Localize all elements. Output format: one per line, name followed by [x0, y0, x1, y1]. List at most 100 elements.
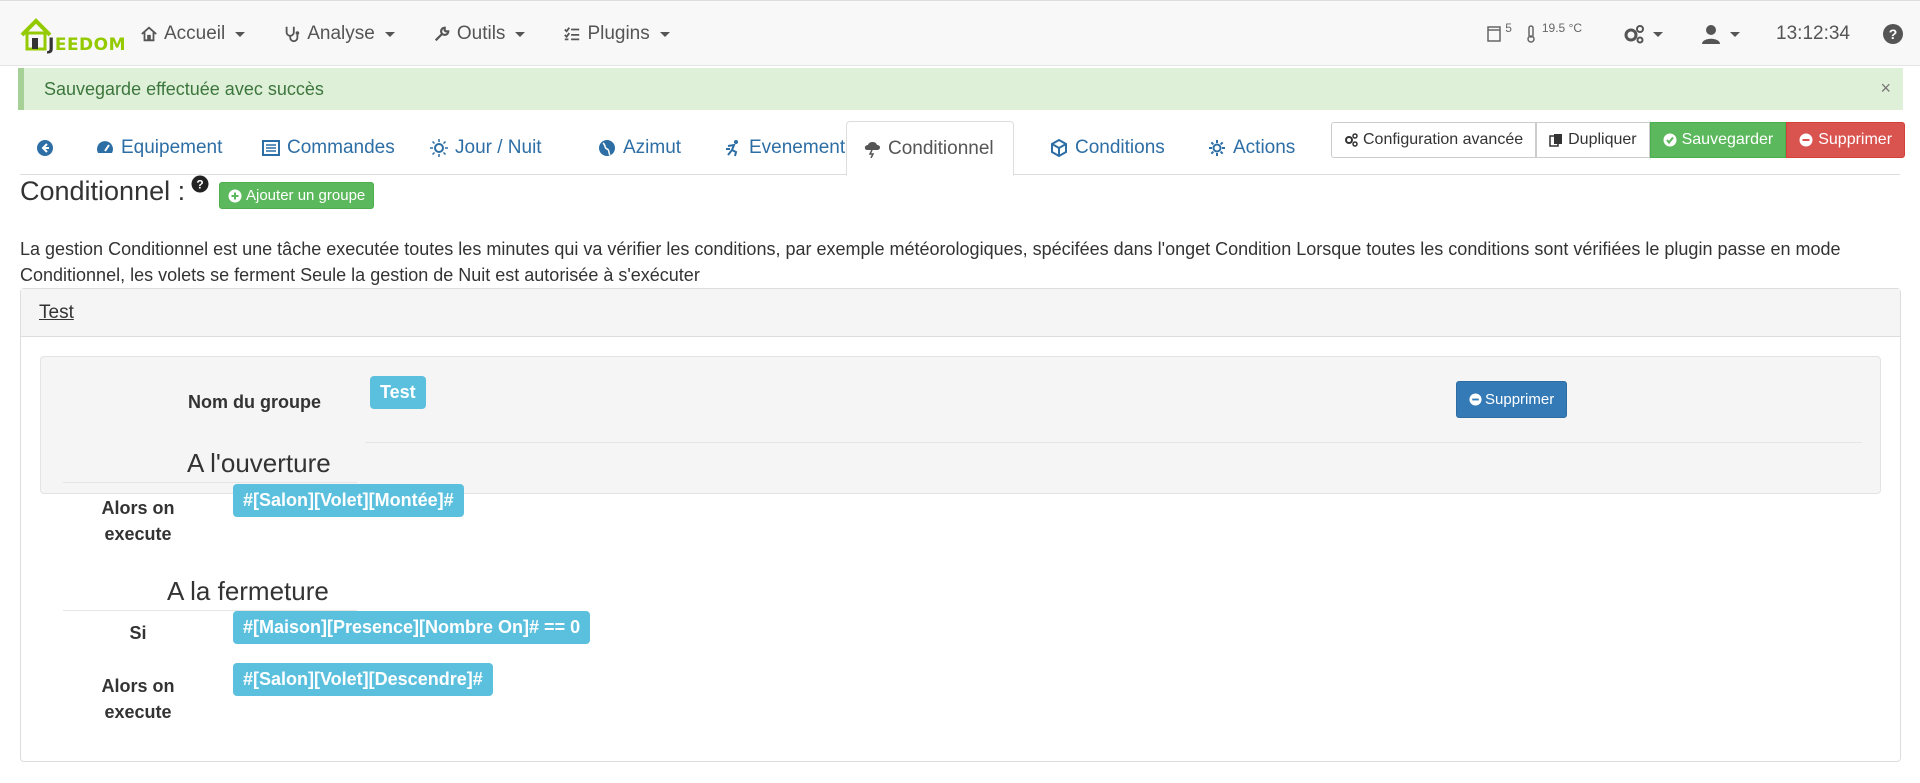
tab-equipement[interactable]: Equipement	[80, 121, 238, 175]
tab-evenement[interactable]: Evenement	[708, 121, 861, 175]
caret-down-icon	[515, 31, 526, 37]
jeedom-logo[interactable]: JEEDOM	[18, 13, 126, 55]
caret-down-icon	[1730, 31, 1741, 37]
tab-conditionnel[interactable]: Conditionnel	[846, 121, 1014, 176]
top-navbar: JEEDOM Accueil Analyse Outils Plugins 5	[0, 0, 1920, 66]
success-alert: Sauvegarde effectuée avec succès ×	[18, 68, 1903, 110]
tab-conditions[interactable]: Conditions	[1034, 121, 1181, 175]
question-circle-icon[interactable]: ?	[191, 175, 209, 193]
description-text: La gestion Conditionnel est une tâche ex…	[20, 239, 1841, 285]
tab-commandes-label: Commandes	[287, 137, 395, 158]
menu-accueil-label: Accueil	[164, 23, 226, 44]
cogs-icon	[1209, 140, 1225, 156]
opening-then-label: Alors on execute	[101, 498, 175, 544]
cube-icon	[1051, 139, 1067, 157]
globe-icon	[599, 140, 615, 156]
group-name-label: Nom du groupe	[188, 392, 321, 412]
menu-outils[interactable]: Outils	[433, 23, 526, 45]
logo-letter-j: J	[48, 35, 55, 55]
cogs-icon	[1345, 133, 1358, 147]
menu-plugins[interactable]: Plugins	[563, 23, 670, 45]
main-menu: Accueil Analyse Outils Plugins	[140, 1, 708, 67]
group-name-badge: Test	[370, 376, 426, 409]
running-icon	[726, 140, 738, 157]
tab-azimut-label: Azimut	[623, 137, 682, 158]
tab-jour-nuit[interactable]: Jour / Nuit	[414, 121, 558, 175]
delete-group-button[interactable]: Supprimer	[1456, 381, 1568, 418]
window-icon	[1487, 26, 1501, 42]
tab-conditions-label: Conditions	[1075, 137, 1165, 158]
add-group-label: Ajouter un groupe	[246, 187, 366, 204]
user-menu[interactable]	[1699, 23, 1741, 45]
svg-text:?: ?	[196, 177, 203, 191]
user-icon	[1702, 25, 1721, 44]
plus-circle-icon	[228, 189, 242, 202]
group-panel: Test Nom du groupe Test Supprimer A l'ou…	[20, 288, 1901, 762]
back-arrow-icon	[37, 140, 53, 156]
save-button[interactable]: Sauvegarder	[1649, 122, 1787, 158]
window-count: 5	[1505, 21, 1512, 35]
opening-legend: A l'ouverture	[187, 448, 331, 478]
temperature-value: 19.5 °C	[1541, 21, 1583, 35]
advanced-config-button[interactable]: Configuration avancée	[1331, 122, 1537, 158]
duplicate-button[interactable]: Dupliquer	[1536, 122, 1650, 158]
tab-actions-label: Actions	[1233, 137, 1296, 158]
group-panel-header[interactable]: Test	[21, 289, 1900, 337]
help-icon[interactable]: ?	[1882, 23, 1904, 45]
check-circle-icon	[1663, 133, 1677, 147]
list-check-icon	[564, 27, 580, 41]
cogs-icon	[1624, 25, 1645, 44]
closing-then-label: Alors on execute	[101, 676, 175, 722]
tab-jour-nuit-label: Jour / Nuit	[455, 137, 542, 158]
caret-down-icon	[659, 31, 670, 37]
sun-icon	[430, 139, 448, 157]
menu-analyse-label: Analyse	[307, 23, 375, 44]
divider	[365, 442, 1862, 443]
tab-actions[interactable]: Actions	[1192, 121, 1311, 175]
save-label: Sauvegarder	[1681, 131, 1774, 148]
delete-group-label: Supprimer	[1485, 391, 1555, 408]
copy-icon	[1549, 134, 1563, 147]
menu-analyse[interactable]: Analyse	[283, 23, 395, 45]
advanced-config-label: Configuration avancée	[1363, 131, 1524, 148]
closing-if-label: Si	[129, 623, 147, 643]
tab-equipement-label: Equipement	[121, 137, 223, 158]
page-title-text: Conditionnel :	[20, 176, 186, 206]
action-toolbar: Configuration avancée Dupliquer Sauvegar…	[1331, 122, 1906, 158]
navbar-right: 5 19.5 °C 13:12:34 ?	[1487, 1, 1920, 67]
alert-message: Sauvegarde effectuée avec succès	[44, 78, 324, 99]
menu-outils-label: Outils	[456, 23, 506, 44]
delete-label: Supprimer	[1818, 131, 1893, 148]
settings-menu[interactable]	[1622, 23, 1664, 45]
storm-icon	[864, 141, 880, 158]
alert-close-button[interactable]: ×	[1880, 78, 1891, 99]
tab-back[interactable]	[20, 121, 70, 175]
closing-condition-badge: #[Maison][Presence][Nombre On]# == 0	[233, 611, 591, 644]
opening-action-badge: #[Salon][Volet][Montée]#	[233, 484, 464, 517]
stethoscope-icon	[285, 26, 300, 43]
list-alt-icon	[262, 140, 280, 156]
add-group-button[interactable]: Ajouter un groupe	[219, 182, 375, 209]
tachometer-icon	[97, 141, 113, 153]
caret-down-icon	[235, 31, 246, 37]
closing-legend: A la fermeture	[167, 576, 329, 606]
delete-button[interactable]: Supprimer	[1786, 122, 1906, 158]
menu-accueil[interactable]: Accueil	[140, 23, 246, 45]
menu-plugins-label: Plugins	[587, 23, 650, 44]
caret-down-icon	[384, 31, 395, 37]
minus-circle-icon	[1469, 393, 1482, 406]
wrench-icon	[434, 26, 450, 42]
minus-circle-icon	[1799, 133, 1813, 147]
duplicate-label: Dupliquer	[1568, 131, 1637, 148]
status-info: 5 19.5 °C	[1487, 21, 1582, 43]
home-icon	[141, 26, 157, 42]
svg-text:?: ?	[1889, 26, 1898, 42]
tab-evenement-label: Evenement	[749, 137, 846, 158]
tab-commandes[interactable]: Commandes	[246, 121, 411, 175]
clock: 13:12:34	[1776, 23, 1850, 44]
tab-azimut[interactable]: Azimut	[582, 121, 697, 175]
logo-text: EEDOM	[54, 35, 127, 55]
page-title: Conditionnel : ?	[20, 175, 209, 207]
opening-legend-line	[63, 482, 357, 483]
closing-action-badge: #[Salon][Volet][Descendre]#	[233, 663, 493, 696]
